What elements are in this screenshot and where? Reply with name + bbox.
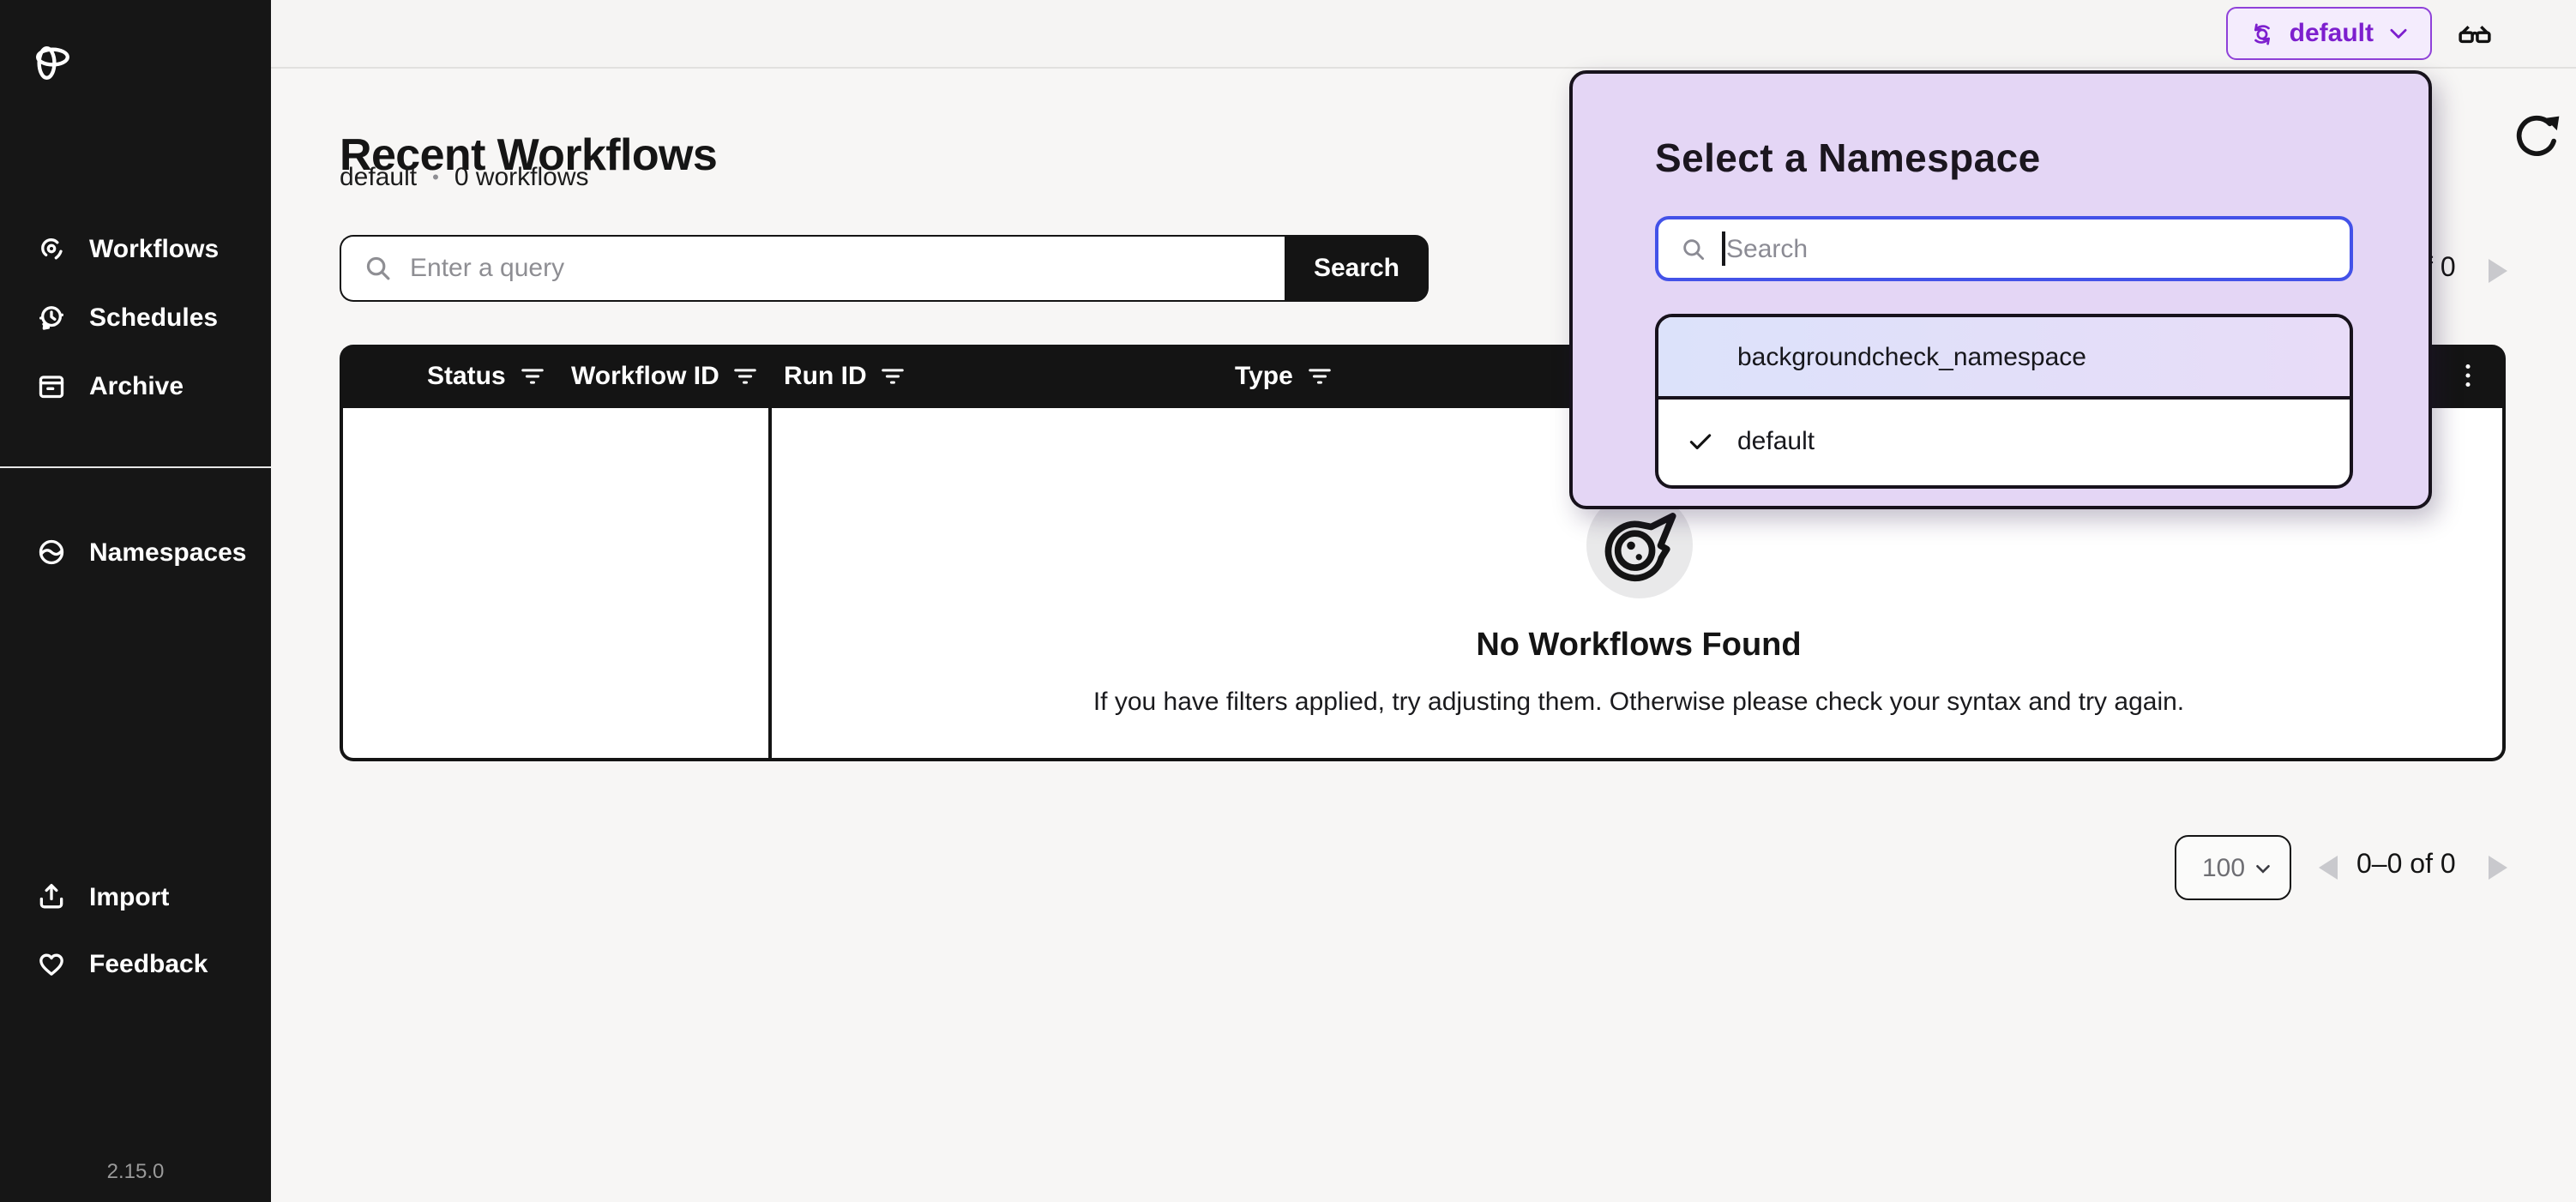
namespace-switcher-button[interactable]: default bbox=[2226, 7, 2432, 60]
sidebar: Workflows Schedules bbox=[0, 0, 271, 1202]
sidebar-item-label: Workflows bbox=[89, 234, 219, 263]
namespace-option-label: default bbox=[1737, 426, 1815, 455]
sidebar-item-label: Feedback bbox=[89, 949, 208, 978]
text-cursor bbox=[1722, 231, 1724, 266]
sidebar-divider bbox=[0, 466, 271, 468]
search-placeholder: Search bbox=[1726, 234, 1808, 263]
sidebar-item-workflows[interactable]: Workflows bbox=[0, 214, 271, 283]
filter-icon[interactable] bbox=[1307, 364, 1333, 389]
refresh-icon[interactable] bbox=[2507, 108, 2566, 166]
modal-title: Select a Namespace bbox=[1655, 135, 2041, 182]
chevron-down-icon bbox=[2252, 856, 2274, 879]
empty-state-title: No Workflows Found bbox=[1476, 628, 1801, 665]
app-version: 2.15.0 bbox=[0, 1159, 271, 1183]
workflow-search-bar: Search bbox=[340, 235, 1429, 302]
per-page-value: 100 bbox=[2202, 853, 2245, 882]
sidebar-item-namespaces[interactable]: Namespaces bbox=[0, 518, 271, 586]
sidebar-item-import[interactable]: Import bbox=[0, 862, 271, 931]
sidebar-item-feedback[interactable]: Feedback bbox=[0, 929, 271, 998]
topbar: default bbox=[271, 0, 2576, 69]
prev-page-icon[interactable] bbox=[2315, 854, 2341, 881]
feedback-icon bbox=[34, 947, 69, 981]
column-run-id: Run ID bbox=[784, 362, 867, 391]
page-range: 0–0 of 0 bbox=[2356, 850, 2456, 881]
sidebar-item-label: Archive bbox=[89, 371, 184, 400]
namespace-switcher-label: default bbox=[2290, 19, 2374, 48]
sidebar-item-archive[interactable]: Archive bbox=[0, 352, 271, 420]
checkmark-icon bbox=[1686, 427, 1715, 456]
sidebar-item-label: Import bbox=[89, 882, 169, 911]
sidebar-item-schedules[interactable]: Schedules bbox=[0, 283, 271, 352]
workflows-icon bbox=[34, 231, 69, 266]
current-namespace: default bbox=[340, 163, 417, 192]
temporal-logo-icon[interactable] bbox=[27, 38, 72, 82]
column-status: Status bbox=[427, 362, 506, 391]
filter-icon[interactable] bbox=[520, 364, 545, 389]
labs-mode-glasses-icon[interactable] bbox=[2454, 15, 2495, 53]
column-config-kebab-icon[interactable] bbox=[2449, 357, 2487, 394]
column-type: Type bbox=[1235, 362, 1293, 391]
chevron-down-icon bbox=[2386, 21, 2411, 46]
sidebar-item-label: Namespaces bbox=[89, 538, 246, 567]
per-page-select[interactable]: 100 bbox=[2175, 835, 2291, 900]
namespaces-icon bbox=[34, 535, 69, 569]
next-page-icon[interactable] bbox=[2485, 257, 2511, 285]
filter-icon[interactable] bbox=[881, 364, 906, 389]
filter-icon[interactable] bbox=[733, 364, 759, 389]
dot-separator: • bbox=[432, 167, 439, 188]
column-workflow-id: Workflow ID bbox=[571, 362, 719, 391]
namespace-option-backgroundcheck[interactable]: backgroundcheck_namespace bbox=[1658, 317, 2350, 400]
query-input[interactable] bbox=[340, 235, 1285, 302]
search-icon bbox=[362, 252, 394, 285]
page-subtitle: default • 0 workflows bbox=[340, 163, 589, 192]
namespace-option-default[interactable]: default bbox=[1658, 400, 2350, 482]
archive-icon bbox=[34, 369, 69, 403]
namespace-option-label: backgroundcheck_namespace bbox=[1737, 342, 2086, 371]
import-icon bbox=[34, 880, 69, 914]
empty-state-message: If you have filters applied, try adjusti… bbox=[1093, 688, 2184, 717]
schedules-icon bbox=[34, 300, 69, 334]
search-button[interactable]: Search bbox=[1285, 235, 1429, 302]
app-root: Workflows Schedules bbox=[0, 0, 2576, 1202]
sidebar-item-label: Schedules bbox=[89, 303, 218, 332]
namespace-switcher-icon bbox=[2247, 18, 2278, 49]
namespace-search-input[interactable]: Search bbox=[1655, 216, 2353, 281]
pinned-column-divider bbox=[768, 345, 772, 761]
search-icon bbox=[1679, 234, 1708, 263]
namespace-select-modal: Select a Namespace Search backgroundchec… bbox=[1569, 70, 2432, 509]
namespace-listbox: backgroundcheck_namespace default bbox=[1655, 314, 2353, 489]
workflow-count: 0 workflows bbox=[454, 163, 589, 192]
next-page-icon[interactable] bbox=[2485, 854, 2511, 881]
